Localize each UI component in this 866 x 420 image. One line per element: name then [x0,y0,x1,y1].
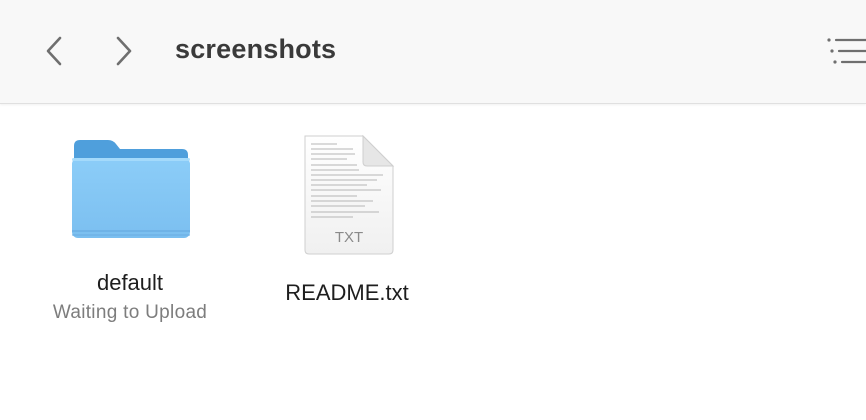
chevron-right-icon [116,36,132,66]
back-button[interactable] [38,32,70,70]
upload-status: Waiting to Upload [52,302,208,323]
text-document-icon: TXT [304,134,395,255]
toolbar: screenshots [0,0,866,104]
item-name: README.txt [285,280,409,305]
folder-icon [72,140,190,238]
folder-item-default[interactable]: default Waiting to Upload [30,132,230,324]
window-title: screenshots [175,34,337,64]
list-view-icon [827,38,866,64]
chevron-left-icon [46,36,62,66]
item-name: default [96,270,164,295]
forward-button[interactable] [108,32,140,70]
file-grid: default Waiting to Upload TXT README.txt [0,104,866,420]
view-options-button[interactable] [824,36,866,66]
file-type-badge: TXT [335,229,363,246]
finder-window: screenshots default Waiting to Upload TX… [0,0,866,420]
file-item-readme[interactable]: TXT README.txt [257,132,437,306]
